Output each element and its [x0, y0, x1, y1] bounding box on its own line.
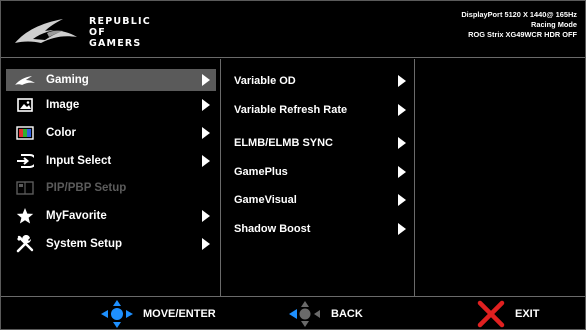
osd-header: REPUBLIC OF GAMERS DisplayPort 5120 X 14…	[1, 1, 585, 58]
chevron-right-icon	[398, 223, 406, 235]
exit-button[interactable]: EXIT	[477, 297, 539, 331]
menu-label-myfavorite: MyFavorite	[46, 210, 107, 222]
menu-item-color[interactable]: Color	[6, 122, 216, 144]
menu-item-system-setup[interactable]: System Setup	[6, 233, 216, 255]
status-signal: DisplayPort 5120 X 1440@ 165Hz	[461, 10, 577, 19]
menu-label-system-setup: System Setup	[46, 238, 123, 250]
chevron-right-icon	[202, 74, 210, 86]
menu-item-gaming[interactable]: Gaming	[6, 69, 216, 91]
back-button[interactable]: BACK	[289, 297, 363, 331]
menu-item-myfavorite[interactable]: MyFavorite	[6, 205, 216, 227]
submenu-label: ELMB/ELMB SYNC	[234, 137, 333, 149]
menu-item-image[interactable]: Image	[6, 94, 216, 116]
brand-text: REPUBLIC OF GAMERS	[89, 16, 169, 49]
chevron-right-icon	[202, 99, 210, 111]
chevron-right-icon	[202, 238, 210, 250]
chevron-right-icon	[398, 166, 406, 178]
submenu-item-variable-od[interactable]: Variable OD	[234, 71, 408, 91]
rog-eye-logo-icon	[15, 19, 77, 43]
status-info: DisplayPort 5120 X 1440@ 165Hz Racing Mo…	[461, 10, 577, 40]
rog-eye-icon	[14, 71, 36, 89]
gaming-submenu: Variable OD Variable Refresh Rate ELMB/E…	[222, 59, 415, 296]
submenu-label: Variable Refresh Rate	[234, 104, 348, 116]
chevron-right-icon	[202, 155, 210, 167]
color-icon	[14, 124, 36, 142]
status-model: ROG Strix XG49WCR HDR OFF	[468, 30, 577, 39]
tools-icon	[14, 235, 36, 253]
options-panel	[416, 59, 585, 296]
pip-pbp-icon	[14, 179, 36, 197]
osd-menu: REPUBLIC OF GAMERS DisplayPort 5120 X 14…	[0, 0, 586, 330]
submenu-item-gamevisual[interactable]: GameVisual	[234, 190, 408, 210]
image-icon	[14, 96, 36, 114]
brand-line-1: REPUBLIC OF	[89, 16, 151, 38]
menu-label-gaming: Gaming	[46, 74, 89, 86]
back-label: BACK	[331, 308, 363, 320]
navigator-back-icon	[289, 301, 320, 327]
menu-item-pip-pbp-setup: PIP/PBP Setup	[6, 177, 216, 199]
submenu-label: Variable OD	[234, 75, 296, 87]
move-enter-label: MOVE/ENTER	[143, 308, 216, 320]
submenu-item-gameplus[interactable]: GamePlus	[234, 162, 408, 182]
menu-label-pip-pbp: PIP/PBP Setup	[46, 182, 127, 194]
submenu-item-elmb[interactable]: ELMB/ELMB SYNC	[234, 133, 408, 153]
chevron-right-icon	[202, 127, 210, 139]
move-enter-button[interactable]: MOVE/ENTER	[101, 297, 216, 331]
main-menu: Gaming Image Color Input Select PIP/PBP …	[1, 59, 221, 296]
submenu-label: GameVisual	[234, 194, 297, 206]
chevron-right-icon	[398, 194, 406, 206]
osd-footer: MOVE/ENTER BACK EXIT	[1, 296, 585, 330]
status-mode: Racing Mode	[531, 20, 577, 29]
brand-line-2: GAMERS	[89, 38, 142, 49]
close-icon	[477, 300, 505, 328]
chevron-right-icon	[398, 137, 406, 149]
menu-label-image: Image	[46, 99, 80, 111]
exit-label: EXIT	[515, 308, 540, 320]
menu-label-input-select: Input Select	[46, 155, 112, 167]
chevron-right-icon	[398, 75, 406, 87]
menu-label-color: Color	[46, 127, 77, 139]
star-icon	[14, 207, 36, 225]
submenu-item-variable-refresh-rate[interactable]: Variable Refresh Rate	[234, 100, 408, 120]
submenu-label: GamePlus	[234, 166, 288, 178]
input-select-icon	[14, 152, 36, 170]
menu-item-input-select[interactable]: Input Select	[6, 150, 216, 172]
submenu-label: Shadow Boost	[234, 223, 311, 235]
submenu-item-shadow-boost[interactable]: Shadow Boost	[234, 219, 408, 239]
chevron-right-icon	[202, 210, 210, 222]
chevron-right-icon	[398, 104, 406, 116]
five-way-navigator-icon	[101, 300, 133, 328]
